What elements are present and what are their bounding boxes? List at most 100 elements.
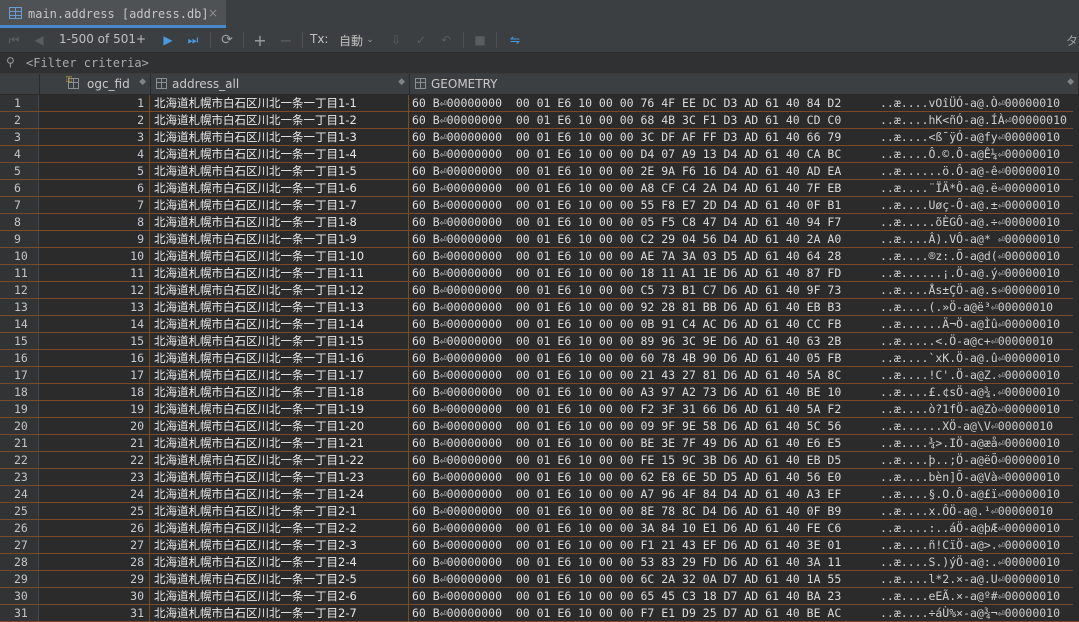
cell-address-all[interactable]: 北海道札幌市白石区川北一条一丁目1-9 xyxy=(151,231,409,247)
table-row[interactable]: 26 26 北海道札幌市白石区川北一条一丁目2-2 60 B⏎00000000 00 … xyxy=(0,520,1079,537)
cell-address-all[interactable]: 北海道札幌市白石区川北一条一丁目1-3 xyxy=(151,129,409,145)
table-row[interactable]: 22 22 北海道札幌市白石区川北一条一丁目1-22 60 B⏎00000000 00… xyxy=(0,452,1079,469)
sort-icon[interactable]: ◆ xyxy=(398,77,405,87)
cell-ogc-fid[interactable]: 31 xyxy=(40,605,150,621)
cell-geometry[interactable]: 60 B⏎00000000 00 01 E6 10 00 00 8E 78 8C… xyxy=(410,503,1079,519)
cell-geometry[interactable]: 60 B⏎00000000 00 01 E6 10 00 00 F2 3F 31… xyxy=(410,401,1079,417)
cell-ogc-fid[interactable]: 27 xyxy=(40,537,150,553)
cell-ogc-fid[interactable]: 26 xyxy=(40,520,150,536)
table-row[interactable]: 24 24 北海道札幌市白石区川北一条一丁目1-24 60 B⏎00000000 00… xyxy=(0,486,1079,503)
table-row[interactable]: 17 17 北海道札幌市白石区川北一条一丁目1-17 60 B⏎00000000 00… xyxy=(0,367,1079,384)
cell-ogc-fid[interactable]: 28 xyxy=(40,554,150,570)
cell-geometry[interactable]: 60 B⏎00000000 00 01 E6 10 00 00 21 43 27… xyxy=(410,367,1079,383)
row-number[interactable]: 19 xyxy=(0,401,39,417)
table-row[interactable]: 30 30 北海道札幌市白石区川北一条一丁目2-6 60 B⏎00000000 00 … xyxy=(0,588,1079,605)
cell-geometry[interactable]: 60 B⏎00000000 00 01 E6 10 00 00 A7 96 4F… xyxy=(410,486,1079,502)
row-number[interactable]: 11 xyxy=(0,265,39,281)
cell-geometry[interactable]: 60 B⏎00000000 00 01 E6 10 00 00 18 11 A1… xyxy=(410,265,1079,281)
table-row[interactable]: 19 19 北海道札幌市白石区川北一条一丁目1-19 60 B⏎00000000 00… xyxy=(0,401,1079,418)
row-number[interactable]: 29 xyxy=(0,571,39,587)
cell-geometry[interactable]: 60 B⏎00000000 00 01 E6 10 00 00 6C 2A 32… xyxy=(410,571,1079,587)
stop-icon[interactable]: ■ xyxy=(472,30,488,50)
row-number[interactable]: 15 xyxy=(0,333,39,349)
cell-address-all[interactable]: 北海道札幌市白石区川北一条一丁目1-12 xyxy=(151,282,409,298)
table-row[interactable]: 15 15 北海道札幌市白石区川北一条一丁目1-15 60 B⏎00000000 00… xyxy=(0,333,1079,350)
filter-criteria-input[interactable]: <Filter criteria> xyxy=(26,56,149,70)
table-row[interactable]: 5 5 北海道札幌市白石区川北一条一丁目1-5 60 B⏎00000000 00 01… xyxy=(0,163,1079,180)
table-row[interactable]: 12 12 北海道札幌市白石区川北一条一丁目1-12 60 B⏎00000000 00… xyxy=(0,282,1079,299)
row-number[interactable]: 30 xyxy=(0,588,39,604)
cell-address-all[interactable]: 北海道札幌市白石区川北一条一丁目2-5 xyxy=(151,571,409,587)
table-row[interactable]: 21 21 北海道札幌市白石区川北一条一丁目1-21 60 B⏎00000000 00… xyxy=(0,435,1079,452)
cell-ogc-fid[interactable]: 15 xyxy=(40,333,150,349)
table-row[interactable]: 14 14 北海道札幌市白石区川北一条一丁目1-14 60 B⏎00000000 00… xyxy=(0,316,1079,333)
vertical-scrollbar[interactable] xyxy=(1073,94,1079,615)
row-number[interactable]: 13 xyxy=(0,299,39,315)
row-number[interactable]: 14 xyxy=(0,316,39,332)
row-number[interactable]: 28 xyxy=(0,554,39,570)
cell-address-all[interactable]: 北海道札幌市白石区川北一条一丁目1-7 xyxy=(151,197,409,213)
table-row[interactable]: 18 18 北海道札幌市白石区川北一条一丁目1-18 60 B⏎00000000 00… xyxy=(0,384,1079,401)
cell-ogc-fid[interactable]: 20 xyxy=(40,418,150,434)
column-header-ogc-fid[interactable]: ⚿ ogc_fid ◆ xyxy=(40,74,151,94)
cell-address-all[interactable]: 北海道札幌市白石区川北一条一丁目1-20 xyxy=(151,418,409,434)
cell-ogc-fid[interactable]: 25 xyxy=(40,503,150,519)
cell-address-all[interactable]: 北海道札幌市白石区川北一条一丁目2-6 xyxy=(151,588,409,604)
row-number[interactable]: 25 xyxy=(0,503,39,519)
cell-ogc-fid[interactable]: 17 xyxy=(40,367,150,383)
cell-ogc-fid[interactable]: 24 xyxy=(40,486,150,502)
row-number[interactable]: 3 xyxy=(0,129,39,145)
right-toolbar-glyph[interactable]: タ xyxy=(1066,32,1078,49)
cell-address-all[interactable]: 北海道札幌市白石区川北一条一丁目1-23 xyxy=(151,469,409,485)
cell-address-all[interactable]: 北海道札幌市白石区川北一条一丁目2-1 xyxy=(151,503,409,519)
cell-geometry[interactable]: 60 B⏎00000000 00 01 E6 10 00 00 BE 3E 7F… xyxy=(410,435,1079,451)
cell-ogc-fid[interactable]: 21 xyxy=(40,435,150,451)
cell-geometry[interactable]: 60 B⏎00000000 00 01 E6 10 00 00 92 28 81… xyxy=(410,299,1079,315)
cell-address-all[interactable]: 北海道札幌市白石区川北一条一丁目1-22 xyxy=(151,452,409,468)
cell-geometry[interactable]: 60 B⏎00000000 00 01 E6 10 00 00 65 45 C3… xyxy=(410,588,1079,604)
cell-geometry[interactable]: 60 B⏎00000000 00 01 E6 10 00 00 AE 7A 3A… xyxy=(410,248,1079,264)
checkmark-icon[interactable]: ✓ xyxy=(413,30,429,50)
table-row[interactable]: 25 25 北海道札幌市白石区川北一条一丁目2-1 60 B⏎00000000 00 … xyxy=(0,503,1079,520)
row-number[interactable]: 8 xyxy=(0,214,39,230)
cell-geometry[interactable]: 60 B⏎00000000 00 01 E6 10 00 00 68 4B 3C… xyxy=(410,112,1079,128)
cell-address-all[interactable]: 北海道札幌市白石区川北一条一丁目1-11 xyxy=(151,265,409,281)
cell-geometry[interactable]: 60 B⏎00000000 00 01 E6 10 00 00 F1 21 43… xyxy=(410,537,1079,553)
cell-ogc-fid[interactable]: 14 xyxy=(40,316,150,332)
row-number[interactable]: 12 xyxy=(0,282,39,298)
cell-ogc-fid[interactable]: 5 xyxy=(40,163,150,179)
cell-geometry[interactable]: 60 B⏎00000000 00 01 E6 10 00 00 F7 E1 D9… xyxy=(410,605,1079,621)
row-number[interactable]: 1 xyxy=(0,95,39,111)
cell-ogc-fid[interactable]: 2 xyxy=(40,112,150,128)
cell-address-all[interactable]: 北海道札幌市白石区川北一条一丁目1-19 xyxy=(151,401,409,417)
table-row[interactable]: 16 16 北海道札幌市白石区川北一条一丁目1-16 60 B⏎00000000 00… xyxy=(0,350,1079,367)
table-row[interactable]: 10 10 北海道札幌市白石区川北一条一丁目1-10 60 B⏎00000000 00… xyxy=(0,248,1079,265)
last-page-icon[interactable]: ⏭ xyxy=(185,30,201,50)
cell-geometry[interactable]: 60 B⏎00000000 00 01 E6 10 00 00 60 78 4B… xyxy=(410,350,1079,366)
cell-address-all[interactable]: 北海道札幌市白石区川北一条一丁目1-24 xyxy=(151,486,409,502)
rollback-icon[interactable]: ↶ xyxy=(438,30,454,50)
table-row[interactable]: 27 27 北海道札幌市白石区川北一条一丁目2-3 60 B⏎00000000 00 … xyxy=(0,537,1079,554)
sort-icon[interactable]: ◆ xyxy=(1067,77,1074,87)
cell-geometry[interactable]: 60 B⏎00000000 00 01 E6 10 00 00 0B 91 C4… xyxy=(410,316,1079,332)
cell-geometry[interactable]: 60 B⏎00000000 00 01 E6 10 00 00 C2 29 04… xyxy=(410,231,1079,247)
cell-geometry[interactable]: 60 B⏎00000000 00 01 E6 10 00 00 3C DF AF… xyxy=(410,129,1079,145)
table-row[interactable]: 3 3 北海道札幌市白石区川北一条一丁目1-3 60 B⏎00000000 00 01… xyxy=(0,129,1079,146)
cell-ogc-fid[interactable]: 9 xyxy=(40,231,150,247)
cell-geometry[interactable]: 60 B⏎00000000 00 01 E6 10 00 00 A8 CF C4… xyxy=(410,180,1079,196)
row-number[interactable]: 17 xyxy=(0,367,39,383)
row-number[interactable]: 16 xyxy=(0,350,39,366)
cell-ogc-fid[interactable]: 3 xyxy=(40,129,150,145)
table-row[interactable]: 9 9 北海道札幌市白石区川北一条一丁目1-9 60 B⏎00000000 00 01… xyxy=(0,231,1079,248)
cell-geometry[interactable]: 60 B⏎00000000 00 01 E6 10 00 00 55 F8 E7… xyxy=(410,197,1079,213)
editor-tab-main-address[interactable]: main.address [address.db] × xyxy=(0,0,226,28)
first-page-icon[interactable]: ⏮ xyxy=(6,30,22,50)
row-number[interactable]: 27 xyxy=(0,537,39,553)
next-page-icon[interactable]: ▶ xyxy=(160,30,176,50)
cell-geometry[interactable]: 60 B⏎00000000 00 01 E6 10 00 00 2E 9A F6… xyxy=(410,163,1079,179)
cell-address-all[interactable]: 北海道札幌市白石区川北一条一丁目1-6 xyxy=(151,180,409,196)
cell-address-all[interactable]: 北海道札幌市白石区川北一条一丁目1-1 xyxy=(151,95,409,111)
cell-ogc-fid[interactable]: 29 xyxy=(40,571,150,587)
row-number[interactable]: 22 xyxy=(0,452,39,468)
paging-label[interactable]: 1-500 of 501+ xyxy=(59,32,146,46)
